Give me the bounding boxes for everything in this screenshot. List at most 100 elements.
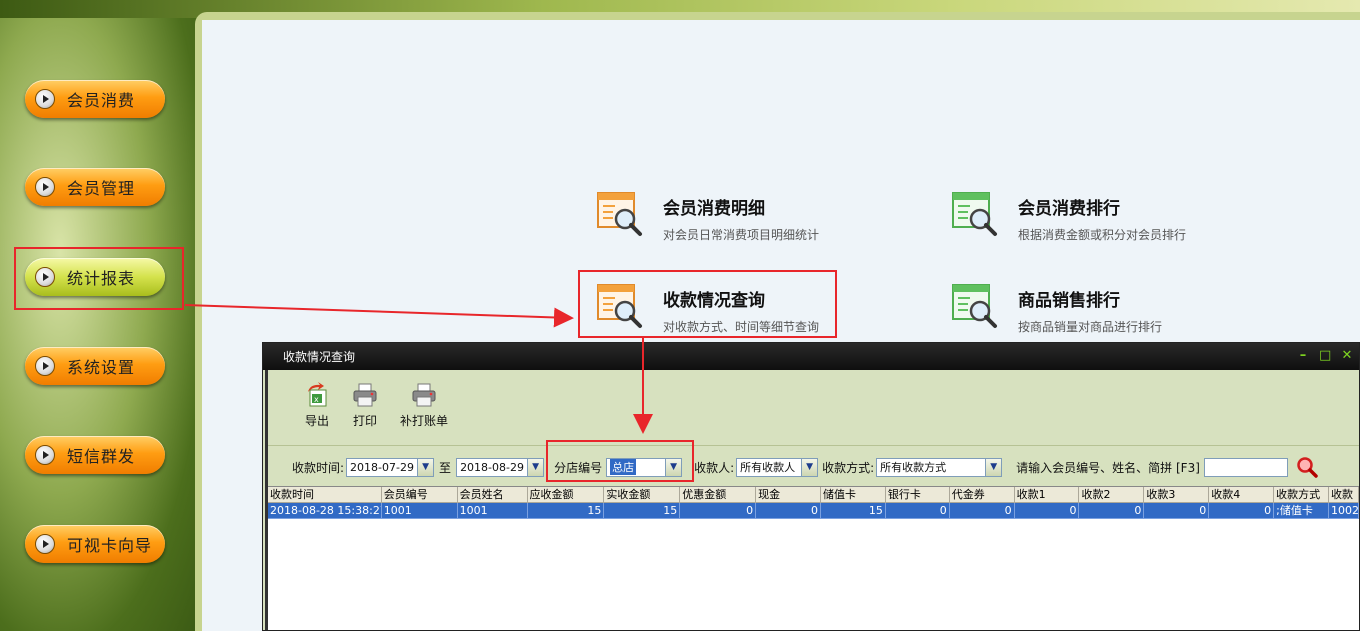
- table-cell: 15: [820, 503, 886, 519]
- nav-member-management-button[interactable]: 会员管理: [25, 168, 165, 206]
- column-header[interactable]: 代金券: [949, 487, 1015, 503]
- column-header[interactable]: 收款3: [1144, 487, 1210, 503]
- column-header[interactable]: 现金: [756, 487, 821, 503]
- export-button[interactable]: x 导出: [304, 382, 330, 429]
- report-orange-icon: [597, 192, 643, 238]
- table-cell: 15: [527, 503, 605, 519]
- nav-system-settings-button[interactable]: 系统设置: [25, 347, 165, 385]
- chevron-down-icon[interactable]: ▼: [985, 458, 1002, 476]
- report-payment-query[interactable]: 收款情况查询 对收款方式、时间等细节查询: [597, 282, 819, 335]
- column-header[interactable]: 会员姓名: [457, 487, 528, 503]
- search-icon[interactable]: [1296, 456, 1318, 478]
- report-title: 商品销售排行: [1018, 291, 1120, 311]
- report-product-sales-ranking[interactable]: 商品销售排行 按商品销量对商品进行排行: [952, 282, 1162, 335]
- play-bullet-icon: [35, 445, 55, 465]
- search-hint: 请输入会员编号、姓名、简拼 [F3]: [1016, 460, 1200, 475]
- nav-label: 会员消费: [67, 91, 136, 110]
- filter-row: 收款时间: 2018-07-29 ▼ 至 2018-08-29 ▼ 分店编号 总…: [268, 452, 1359, 482]
- dialog-title: 收款情况查询: [283, 350, 356, 364]
- collector-select[interactable]: 所有收款人 ▼: [736, 457, 819, 477]
- table-cell: 1001: [457, 503, 528, 519]
- table-cell: 0: [949, 503, 1015, 519]
- table-body: 2018-08-28 15:38:27 1001 1001 15 15 0 0 15 0 0 0 0 0…: [268, 503, 1359, 519]
- nav-sms-broadcast-button[interactable]: 短信群发: [25, 436, 165, 474]
- nav-label: 会员管理: [67, 179, 136, 198]
- report-title: 会员消费明细: [663, 199, 765, 219]
- play-bullet-icon: [35, 89, 55, 109]
- nav-card-wizard-button[interactable]: 可视卡向导: [25, 525, 165, 563]
- date-from-value: 2018-07-29: [350, 460, 414, 474]
- column-header[interactable]: 银行卡: [885, 487, 950, 503]
- branch-label: 分店编号: [554, 460, 603, 475]
- maximize-icon[interactable]: □: [1319, 348, 1331, 363]
- report-title: 会员消费排行: [1018, 199, 1120, 219]
- column-header[interactable]: 收款时间: [268, 487, 382, 503]
- column-header[interactable]: 收款: [1329, 487, 1359, 503]
- report-title: 收款情况查询: [663, 291, 765, 311]
- date-to-picker[interactable]: 2018-08-29 ▼: [456, 457, 545, 477]
- chevron-down-icon[interactable]: ▼: [417, 458, 434, 476]
- date-to-value: 2018-08-29: [460, 460, 524, 474]
- collector-label: 收款人:: [694, 460, 735, 475]
- column-header[interactable]: 优惠金额: [680, 487, 757, 503]
- column-header[interactable]: 收款4: [1209, 487, 1275, 503]
- close-icon[interactable]: ✕: [1341, 348, 1353, 363]
- to-label: 至: [439, 460, 452, 475]
- play-bullet-icon: [35, 267, 55, 287]
- method-select[interactable]: 所有收款方式 ▼: [876, 457, 1003, 477]
- dialog-toolbar: x 导出 打印 补打账单: [268, 370, 1359, 446]
- nav-member-consumption-button[interactable]: 会员消费: [25, 80, 165, 118]
- search-input[interactable]: [1203, 457, 1288, 477]
- method-label: 收款方式:: [822, 460, 875, 475]
- column-header[interactable]: 收款1: [1014, 487, 1080, 503]
- nav-label: 可视卡向导: [67, 536, 153, 555]
- branch-value: 总店: [610, 459, 637, 475]
- table-cell: ;储值卡: [1274, 503, 1330, 519]
- nav-label: 统计报表: [67, 269, 136, 288]
- table-row[interactable]: 2018-08-28 15:38:27 1001 1001 15 15 0 0 15 0 0 0 0 0…: [268, 503, 1359, 519]
- play-bullet-icon: [35, 356, 55, 376]
- table-cell: 0: [885, 503, 950, 519]
- branch-select[interactable]: 总店 ▼: [606, 457, 683, 477]
- report-orange-icon: [597, 284, 643, 330]
- export-icon: x: [304, 382, 330, 408]
- report-desc: 对会员日常消费项目明细统计: [663, 228, 820, 242]
- column-header[interactable]: 应收金额: [527, 487, 605, 503]
- printer-icon: [352, 382, 378, 408]
- nav-label: 短信群发: [67, 447, 136, 466]
- minimize-icon[interactable]: –: [1297, 348, 1309, 363]
- table-header: 收款时间 会员编号 会员姓名 应收金额 实收金额 优惠金额 现金 储值卡 银行卡 代金券 收款1 收款…: [268, 487, 1359, 503]
- chevron-down-icon[interactable]: ▼: [801, 458, 818, 476]
- nav-statistics-report-button[interactable]: 统计报表: [25, 258, 165, 296]
- reprint-label: 补打账单: [400, 414, 449, 428]
- column-header[interactable]: 收款方式: [1274, 487, 1330, 503]
- chevron-down-icon[interactable]: ▼: [665, 458, 682, 476]
- table-cell: 1002: [1329, 503, 1359, 519]
- collector-value: 所有收款人: [740, 461, 796, 474]
- time-label: 收款时间:: [292, 460, 345, 475]
- report-desc: 按商品销量对商品进行排行: [1018, 320, 1163, 334]
- chevron-down-icon[interactable]: ▼: [527, 458, 544, 476]
- column-header[interactable]: 会员编号: [381, 487, 458, 503]
- report-member-consumption-detail[interactable]: 会员消费明细 对会员日常消费项目明细统计: [597, 190, 819, 243]
- column-header[interactable]: 实收金额: [604, 487, 681, 503]
- report-green-icon: [952, 192, 998, 238]
- table-cell: 15: [604, 503, 681, 519]
- table-cell: 0: [1209, 503, 1275, 519]
- table-cell: 0: [1014, 503, 1080, 519]
- svg-text:x: x: [314, 395, 319, 404]
- print-button[interactable]: 打印: [352, 382, 378, 429]
- column-header[interactable]: 收款2: [1079, 487, 1145, 503]
- report-green-icon: [952, 284, 998, 330]
- reprint-bill-button[interactable]: 补打账单: [400, 382, 448, 429]
- print-label: 打印: [352, 414, 377, 428]
- date-from-picker[interactable]: 2018-07-29 ▼: [346, 457, 435, 477]
- report-desc: 对收款方式、时间等细节查询: [663, 320, 820, 334]
- play-bullet-icon: [35, 177, 55, 197]
- payment-table: 收款时间 会员编号 会员姓名 应收金额 实收金额 优惠金额 现金 储值卡 银行卡 代金券 收款1 收款…: [268, 486, 1359, 630]
- table-cell: 0: [1144, 503, 1210, 519]
- dialog-titlebar[interactable]: 收款情况查询 – □ ✕: [263, 343, 1359, 370]
- report-member-consumption-ranking[interactable]: 会员消费排行 根据消费金额或积分对会员排行: [952, 190, 1186, 243]
- payment-query-dialog: 收款情况查询 – □ ✕ x 导出 打印 补打账单 收款时间: 2018-07-…: [262, 342, 1360, 631]
- column-header[interactable]: 储值卡: [820, 487, 886, 503]
